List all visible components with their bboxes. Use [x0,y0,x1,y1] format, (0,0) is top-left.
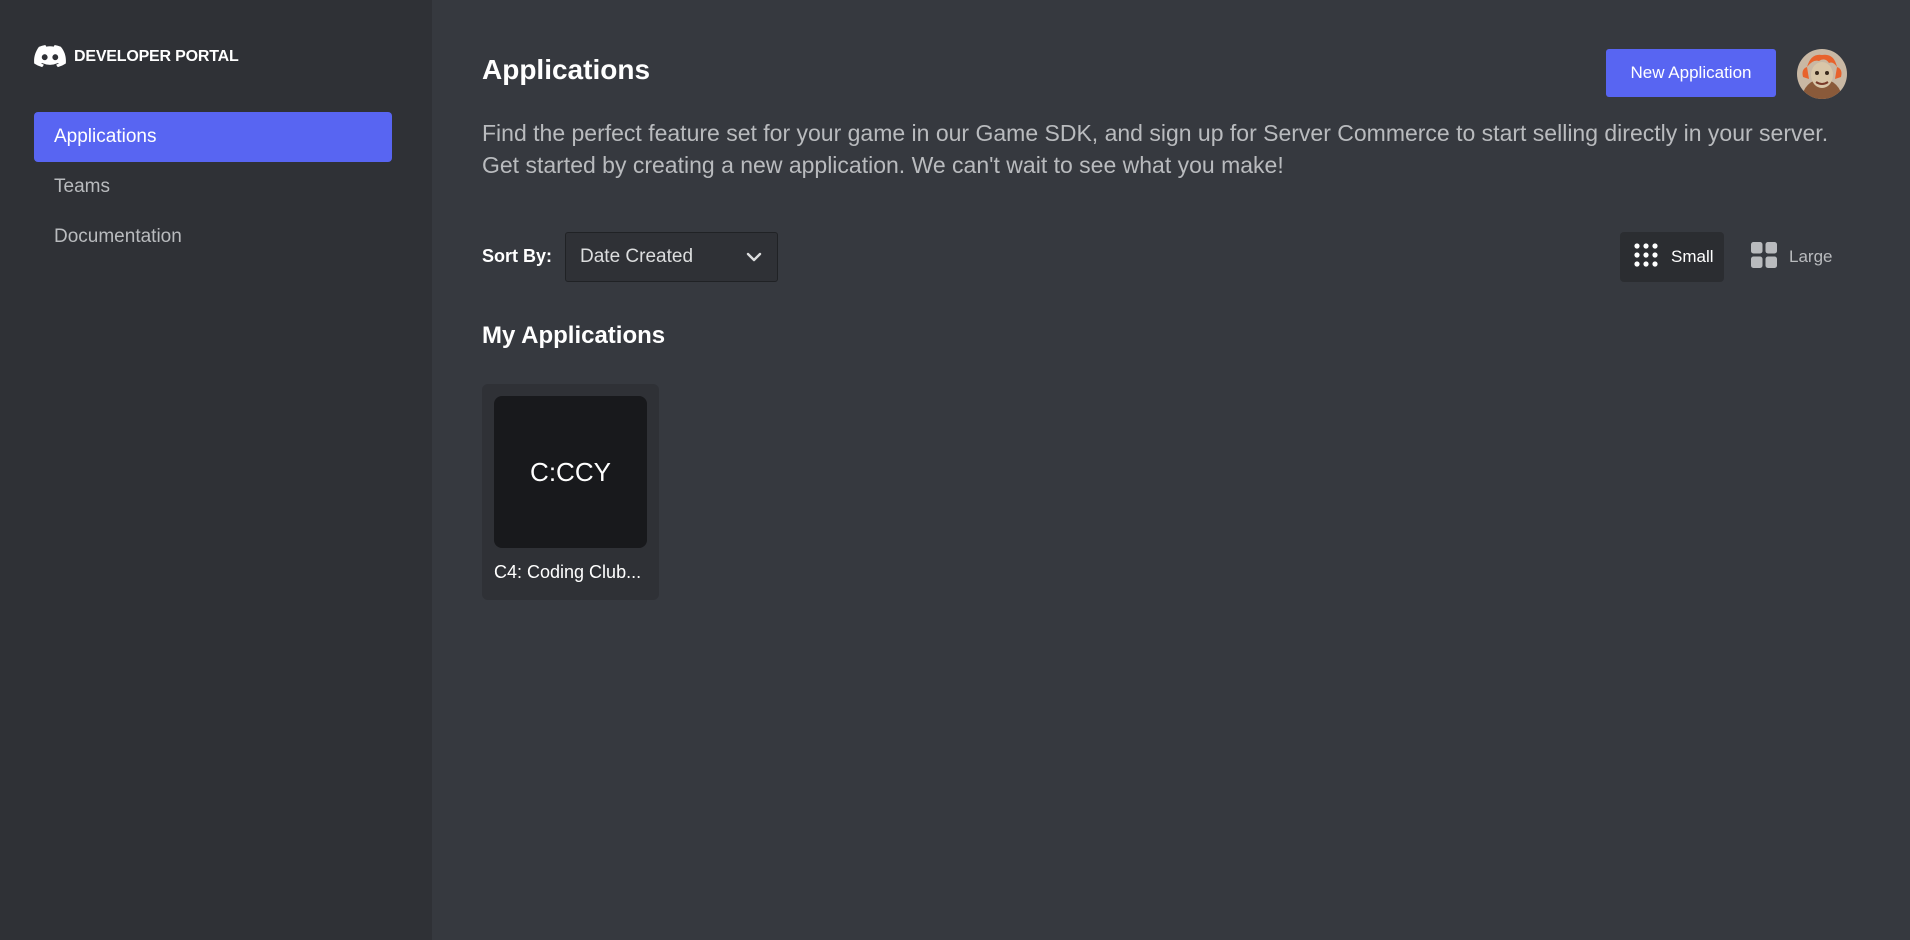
view-large-label: Large [1789,247,1833,266]
sidebar: DEVELOPER PORTAL Applications Teams Docu… [0,0,432,940]
view-small-label: Small [1671,247,1714,266]
application-name: C4: Coding Club... [494,562,642,582]
brand-title: DEVELOPER PORTAL [74,48,239,65]
discord-logo-icon [34,45,66,69]
page-title: Applications [482,54,651,85]
page-description: Find the perfect feature set for your ga… [482,117,1862,181]
view-small-button[interactable]: Small [1620,232,1724,282]
application-icon: C:CCY [494,396,647,548]
sidebar-item-applications[interactable]: Applications [34,112,392,162]
small-grid-icon [1633,242,1659,273]
description-line-1: Find the perfect feature set for your ga… [482,120,1829,146]
sidebar-item-documentation[interactable]: Documentation [34,212,392,262]
sidebar-item-teams[interactable]: Teams [34,162,392,212]
new-application-button[interactable]: New Application [1606,49,1776,97]
brand[interactable]: DEVELOPER PORTAL [34,44,432,70]
sort-by-dropdown[interactable]: Date Created [565,232,778,282]
sidebar-nav: Applications Teams Documentation [34,112,392,262]
my-applications-title: My Applications [482,322,666,349]
main-content: Applications New Application Find the pe… [432,0,1910,940]
chevron-down-icon [745,248,763,266]
sort-by-label: Sort By: [482,246,553,266]
user-avatar[interactable] [1797,49,1847,99]
sort-by-value: Date Created [580,246,694,267]
description-line-2: Get started by creating a new applicatio… [482,152,1284,178]
application-card[interactable]: C:CCY C4: Coding Club... [482,384,659,600]
large-grid-icon [1751,241,1777,273]
view-large-button[interactable]: Large [1739,232,1839,282]
app-root: DEVELOPER PORTAL Applications Teams Docu… [0,0,1910,940]
